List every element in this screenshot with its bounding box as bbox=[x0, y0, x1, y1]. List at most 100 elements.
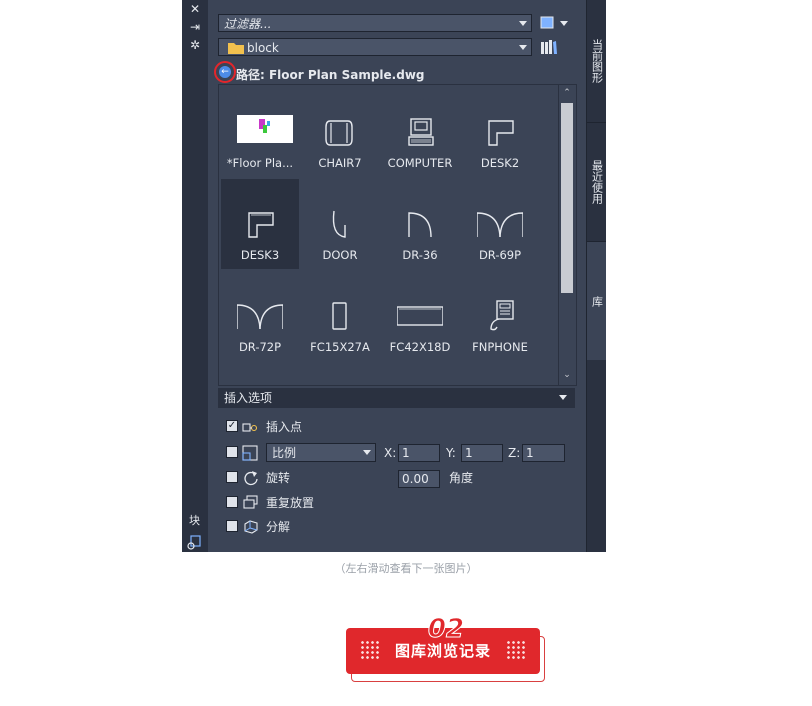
explode-checkbox[interactable] bbox=[226, 520, 238, 532]
block-label: DESK3 bbox=[240, 248, 280, 262]
scale-mode-select[interactable]: 比例 bbox=[266, 443, 376, 462]
back-button[interactable]: ← bbox=[214, 61, 236, 83]
tab-library[interactable]: 库 bbox=[587, 242, 606, 360]
insertion-point-checkbox[interactable]: ✓ bbox=[226, 420, 238, 432]
tab-label: 库 bbox=[590, 295, 604, 307]
desk2-icon bbox=[488, 120, 514, 146]
block-tile[interactable]: FNPHONE bbox=[461, 271, 539, 361]
rotation-angle-input[interactable]: 0.00 bbox=[398, 470, 440, 488]
block-tile[interactable]: COMPUTER bbox=[381, 87, 459, 177]
insertion-point-option: ✓ 插入点 bbox=[226, 419, 426, 435]
block-tile[interactable]: FC42X18D bbox=[381, 271, 459, 361]
insert-options-title: 插入选项 bbox=[224, 391, 273, 405]
block-tile[interactable]: DOOR bbox=[301, 179, 379, 269]
floor-plan-thumbnail bbox=[237, 115, 293, 143]
tab-label: 最近使用 bbox=[590, 160, 604, 204]
filter-placeholder: 过滤器... bbox=[224, 17, 272, 31]
folder-value: block bbox=[247, 41, 279, 55]
repeat-placement-label: 重复放置 bbox=[266, 496, 315, 510]
block-tile[interactable]: DR-36 bbox=[381, 179, 459, 269]
explode-icon bbox=[244, 520, 258, 534]
rotation-angle-label: 角度 bbox=[449, 471, 474, 485]
block-label: DESK2 bbox=[480, 156, 520, 170]
block-grid: *Floor Pla... CHAIR7 COMPUTER DESK2 DESK… bbox=[218, 84, 560, 386]
chevron-down-icon bbox=[519, 21, 527, 26]
repeat-placement-option: 重复放置 bbox=[226, 495, 426, 511]
filter-input[interactable]: 过滤器... bbox=[218, 14, 532, 32]
block-label: *Floor Pla... bbox=[226, 156, 294, 170]
thumbnail-view-icon[interactable] bbox=[540, 16, 570, 30]
block-label: FNPHONE bbox=[472, 340, 528, 354]
image-caption: （左右滑动查看下一张图片） bbox=[334, 562, 478, 575]
explode-option: 分解 bbox=[226, 519, 426, 535]
block-tile[interactable]: DESK2 bbox=[461, 87, 539, 177]
block-tile[interactable]: CHAIR7 bbox=[301, 87, 379, 177]
computer-icon bbox=[408, 118, 434, 146]
folder-icon bbox=[228, 43, 244, 54]
block-label: DOOR bbox=[322, 248, 358, 262]
scale-option bbox=[226, 445, 258, 461]
scale-mode-value: 比例 bbox=[272, 446, 297, 460]
rotation-label: 旋转 bbox=[266, 471, 291, 485]
block-tile[interactable]: *Floor Pla... bbox=[221, 87, 299, 177]
dr69p-icon bbox=[477, 212, 523, 238]
tab-label: 当前图形 bbox=[590, 39, 604, 83]
block-label: COMPUTER bbox=[387, 156, 453, 170]
palette-title: 块 bbox=[189, 514, 200, 527]
dr72p-icon bbox=[237, 304, 283, 330]
scale-x-label: X: bbox=[384, 446, 397, 460]
blocks-palette-icon bbox=[187, 535, 201, 550]
section-badge: 图库浏览记录 02 bbox=[346, 614, 546, 684]
block-label: DR-36 bbox=[402, 248, 438, 262]
scale-x-input[interactable]: 1 bbox=[398, 444, 440, 462]
tab-recent[interactable]: 最近使用 bbox=[587, 123, 606, 242]
repeat-icon bbox=[243, 495, 258, 509]
scale-y-input[interactable]: 1 bbox=[461, 444, 503, 462]
close-icon[interactable]: ✕ bbox=[188, 2, 202, 16]
library-folder-select[interactable]: block bbox=[218, 38, 532, 56]
path-label: 路径: Floor Plan Sample.dwg bbox=[236, 68, 425, 82]
block-grid-scrollbar[interactable]: ⌃ ⌄ bbox=[558, 84, 577, 386]
insert-options-header[interactable]: 插入选项 bbox=[218, 388, 575, 408]
desk3-icon bbox=[248, 212, 274, 238]
block-tile[interactable]: DESK3 bbox=[221, 179, 299, 269]
settings-icon[interactable]: ✲ bbox=[188, 38, 202, 52]
scroll-up-icon[interactable]: ⌃ bbox=[562, 88, 572, 98]
repeat-placement-checkbox[interactable] bbox=[226, 496, 238, 508]
block-tile[interactable]: DR-72P bbox=[221, 271, 299, 361]
block-tile[interactable]: FC15X27A bbox=[301, 271, 379, 361]
door-icon bbox=[332, 210, 346, 238]
scale-checkbox[interactable] bbox=[226, 446, 238, 458]
palette-left-toolbar: ✕ ⇥ ✲ 块 bbox=[182, 0, 208, 552]
scroll-down-icon[interactable]: ⌄ bbox=[562, 370, 572, 380]
pin-icon[interactable]: ⇥ bbox=[188, 20, 202, 34]
rotation-option: 旋转 bbox=[226, 470, 376, 486]
badge-number: 02 bbox=[427, 614, 465, 645]
block-label: FC15X27A bbox=[310, 340, 370, 354]
library-icon[interactable] bbox=[540, 39, 558, 55]
fc15x27a-icon bbox=[332, 302, 347, 330]
rotate-icon bbox=[244, 471, 258, 486]
insertion-point-icon bbox=[242, 423, 258, 432]
rotation-checkbox[interactable] bbox=[226, 471, 238, 483]
scale-z-input[interactable]: 1 bbox=[522, 444, 565, 462]
chair-icon bbox=[325, 120, 353, 146]
palette-tabs: 当前图形 最近使用 库 bbox=[587, 0, 606, 552]
dr36-icon bbox=[408, 212, 432, 238]
tab-current-drawing[interactable]: 当前图形 bbox=[587, 0, 606, 123]
scale-z-label: Z: bbox=[508, 446, 521, 460]
block-label: DR-69P bbox=[478, 248, 522, 262]
block-tile[interactable]: DR-69P bbox=[461, 179, 539, 269]
block-label: CHAIR7 bbox=[318, 156, 362, 170]
block-label: DR-72P bbox=[238, 340, 282, 354]
scale-icon bbox=[242, 445, 258, 461]
scrollbar-thumb[interactable] bbox=[561, 103, 573, 293]
fc42x18d-icon bbox=[397, 306, 443, 326]
chevron-down-icon bbox=[559, 395, 567, 400]
phone-icon bbox=[490, 300, 514, 331]
arrow-left-icon: ← bbox=[219, 66, 231, 78]
explode-label: 分解 bbox=[266, 520, 291, 534]
insertion-point-label: 插入点 bbox=[266, 420, 303, 434]
block-label: FC42X18D bbox=[389, 340, 451, 354]
scale-y-label: Y: bbox=[446, 446, 456, 460]
